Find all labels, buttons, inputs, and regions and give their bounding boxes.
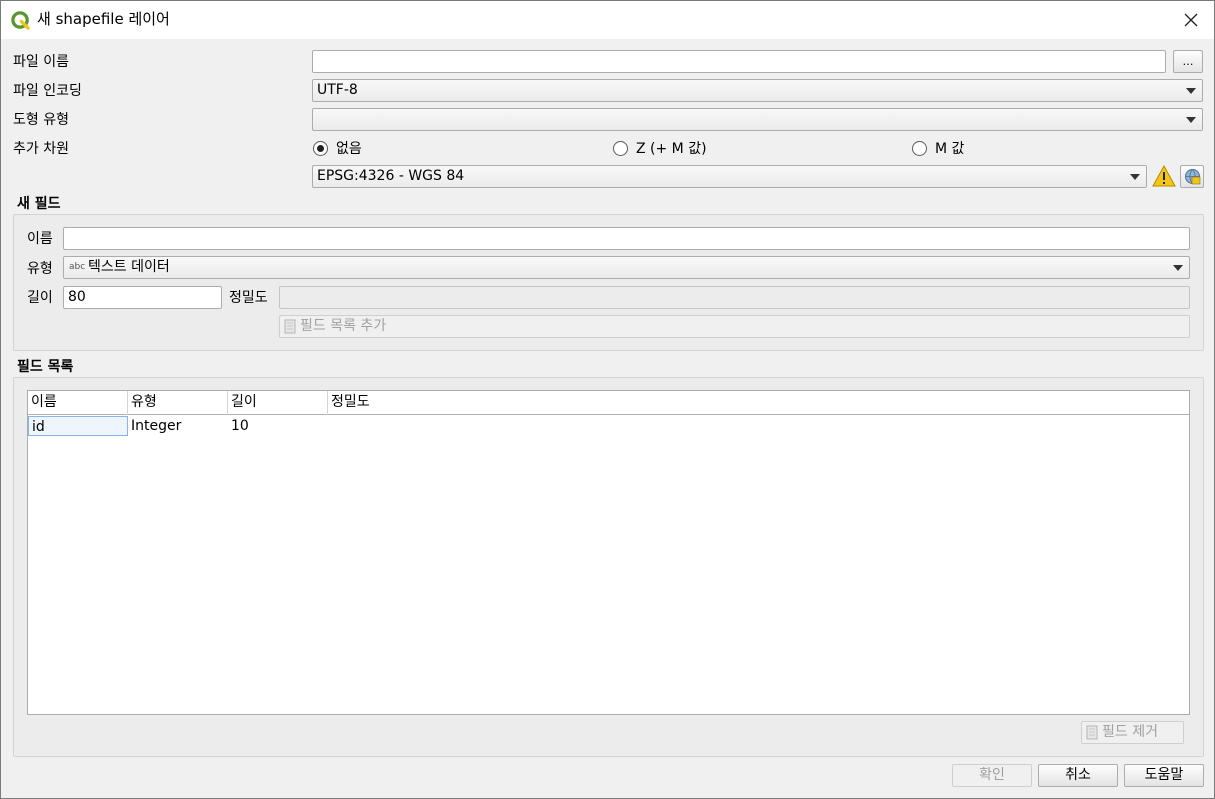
dimension-z-label[interactable]: Z (+ M 값) bbox=[636, 140, 707, 158]
file-name-label: 파일 이름 bbox=[13, 54, 69, 70]
remove-field-icon bbox=[1086, 725, 1098, 740]
table-row[interactable]: id Integer 10 bbox=[28, 416, 1189, 436]
field-precision-input[interactable] bbox=[279, 286, 1190, 309]
fields-list-group-title: 필드 목록 bbox=[17, 359, 74, 375]
field-name-input[interactable] bbox=[63, 227, 1190, 250]
table-cell-length[interactable]: 10 bbox=[228, 416, 328, 436]
column-header-precision[interactable]: 정밀도 bbox=[328, 391, 428, 415]
table-cell-precision[interactable] bbox=[328, 416, 428, 436]
dimension-none-radio[interactable] bbox=[313, 141, 328, 156]
field-precision-label: 정밀도 bbox=[229, 290, 268, 306]
dimension-none-label[interactable]: 없음 bbox=[336, 140, 362, 158]
table-cell-name[interactable]: id bbox=[28, 416, 128, 436]
ok-button[interactable]: 확인 bbox=[952, 764, 1032, 787]
remove-field-button[interactable]: 필드 제거 bbox=[1081, 721, 1184, 744]
additional-dimensions-label: 추가 차원 bbox=[13, 141, 69, 157]
file-encoding-combo[interactable]: UTF-8 bbox=[312, 79, 1203, 102]
file-encoding-value: UTF-8 bbox=[317, 82, 358, 98]
field-type-value: 텍스트 데이터 bbox=[88, 259, 170, 275]
add-to-fields-list-label: 필드 목록 추가 bbox=[300, 318, 387, 334]
fields-table-header: 이름 유형 길이 정밀도 bbox=[28, 391, 1189, 415]
field-type-label: 유형 bbox=[27, 261, 53, 277]
remove-field-label: 필드 제거 bbox=[1102, 724, 1158, 740]
browse-button[interactable]: … bbox=[1173, 50, 1203, 73]
cancel-button[interactable]: 취소 bbox=[1038, 764, 1118, 787]
globe-icon bbox=[1185, 169, 1201, 185]
title-bar: 새 shapefile 레이어 bbox=[1, 1, 1214, 39]
new-shapefile-dialog: 새 shapefile 레이어 파일 이름 … 파일 인코딩 UTF-8 도형 … bbox=[0, 0, 1215, 799]
help-button[interactable]: 도움말 bbox=[1124, 764, 1204, 787]
chevron-down-icon bbox=[1130, 174, 1140, 180]
file-name-input[interactable] bbox=[312, 50, 1166, 73]
dimension-m-radio[interactable] bbox=[912, 141, 927, 156]
dimension-m-label[interactable]: M 값 bbox=[935, 140, 964, 158]
field-length-input[interactable]: 80 bbox=[63, 286, 222, 309]
dimension-z-radio[interactable] bbox=[613, 141, 628, 156]
chevron-down-icon bbox=[1186, 88, 1196, 94]
close-icon bbox=[1184, 13, 1198, 27]
field-length-label: 길이 bbox=[27, 290, 53, 306]
fields-table[interactable]: 이름 유형 길이 정밀도 id Integer 10 bbox=[27, 390, 1190, 715]
add-to-fields-list-button[interactable]: 필드 목록 추가 bbox=[279, 315, 1190, 338]
crs-select-button[interactable] bbox=[1180, 165, 1204, 188]
field-type-combo[interactable]: abc 텍스트 데이터 bbox=[63, 256, 1190, 279]
chevron-down-icon bbox=[1173, 265, 1183, 271]
crs-value: EPSG:4326 - WGS 84 bbox=[317, 168, 465, 184]
geometry-type-label: 도형 유형 bbox=[13, 112, 69, 128]
table-cell-type[interactable]: Integer bbox=[128, 416, 228, 436]
crs-combo[interactable]: EPSG:4326 - WGS 84 bbox=[312, 165, 1147, 188]
new-field-group-title: 새 필드 bbox=[17, 196, 61, 212]
qgis-logo-icon bbox=[11, 11, 30, 30]
column-header-name[interactable]: 이름 bbox=[28, 391, 128, 415]
column-header-length[interactable]: 길이 bbox=[228, 391, 328, 415]
field-name-label: 이름 bbox=[27, 231, 53, 247]
add-field-icon bbox=[284, 319, 296, 334]
geometry-type-combo[interactable] bbox=[312, 108, 1203, 131]
close-button[interactable] bbox=[1168, 1, 1214, 39]
text-type-icon: abc bbox=[69, 262, 86, 272]
file-encoding-label: 파일 인코딩 bbox=[13, 83, 82, 99]
warning-icon[interactable] bbox=[1152, 165, 1176, 187]
column-header-type[interactable]: 유형 bbox=[128, 391, 228, 415]
window-title: 새 shapefile 레이어 bbox=[37, 10, 170, 28]
chevron-down-icon bbox=[1186, 117, 1196, 123]
